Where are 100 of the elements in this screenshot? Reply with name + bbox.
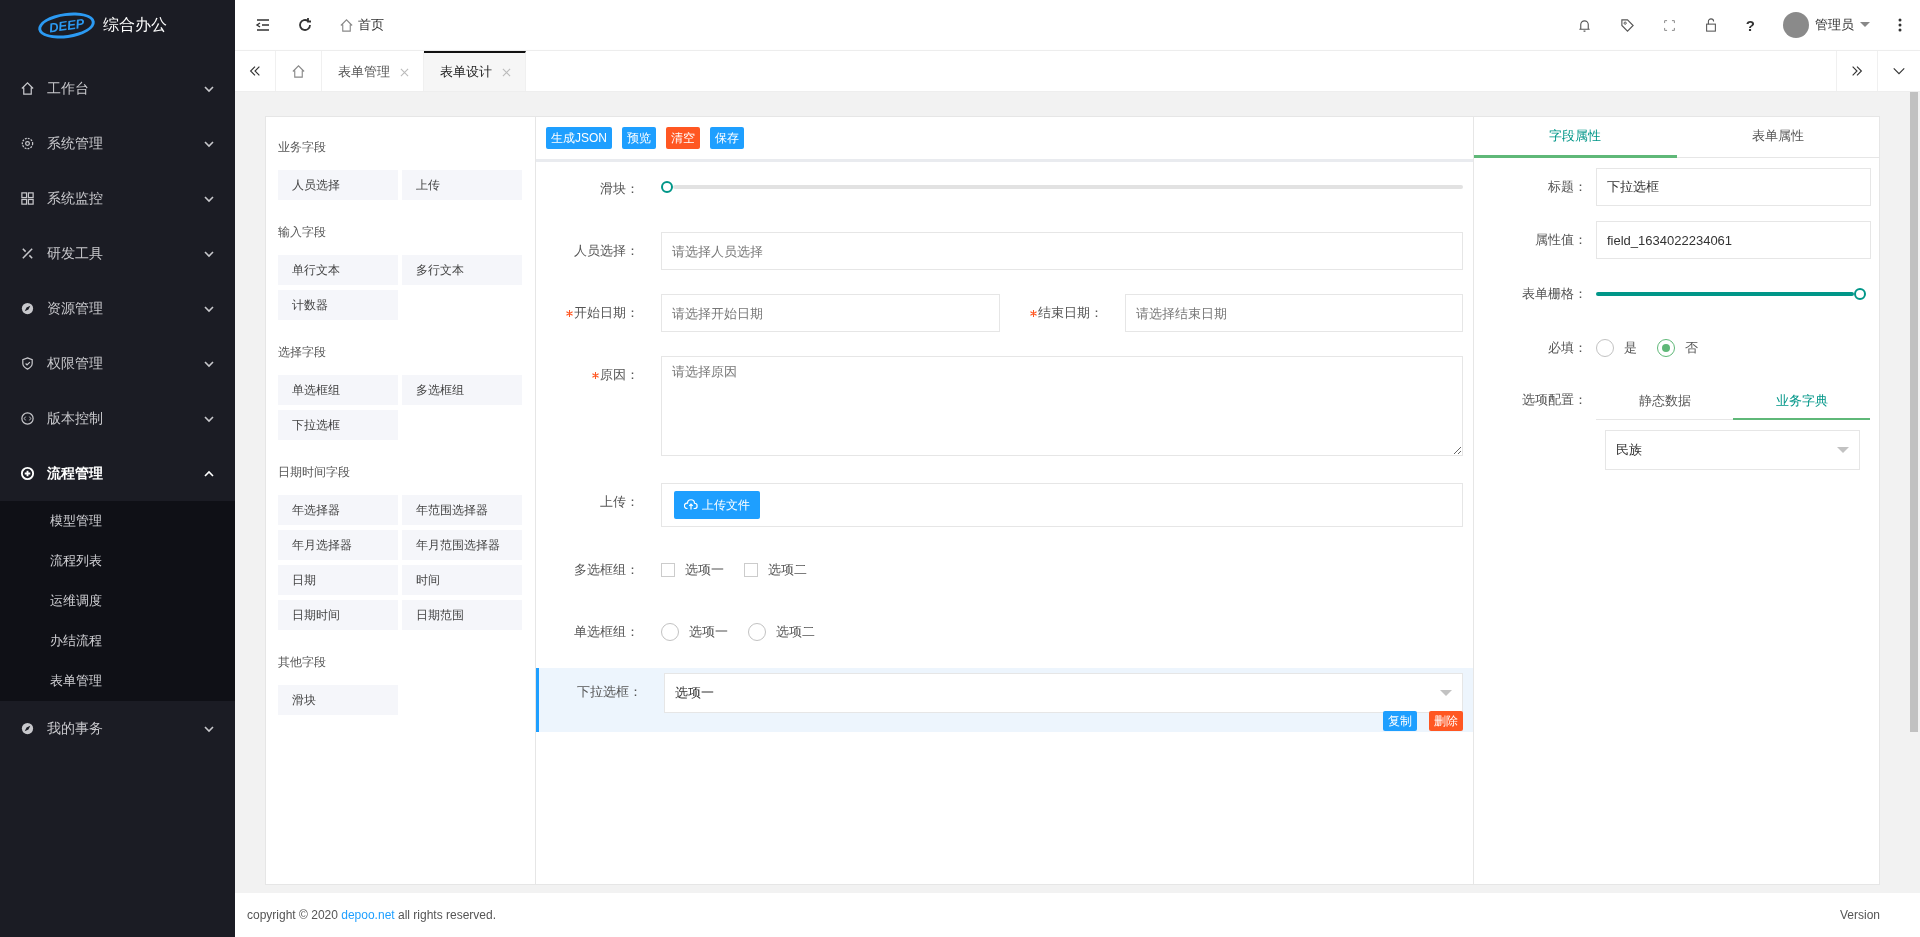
field-label: 结束日期： — [1037, 304, 1103, 322]
field-label: 必填： — [1547, 339, 1587, 357]
tag-icon[interactable] — [1619, 17, 1635, 33]
title-field[interactable]: 下拉选框 — [1596, 168, 1871, 206]
sidebar-item[interactable]: 系统管理 — [0, 116, 235, 171]
sidebar-item[interactable]: 版本控制 — [0, 391, 235, 446]
field-type-item[interactable]: 年月范围选择器 — [402, 530, 522, 560]
field-type-item[interactable]: 滑块 — [278, 685, 398, 715]
sidebar-item[interactable]: 资源管理 — [0, 281, 235, 336]
menu-collapse-icon[interactable] — [255, 17, 271, 33]
checkbox[interactable] — [744, 563, 758, 577]
field-label: 上传： — [600, 493, 639, 511]
group-title: 日期时间字段 — [278, 464, 351, 481]
submenu-item[interactable]: 表单管理 — [0, 661, 235, 701]
sidebar-item[interactable]: 系统监控 — [0, 171, 235, 226]
date-field[interactable]: 请选择开始日期 — [661, 294, 1000, 332]
group-title: 业务字段 — [278, 139, 327, 156]
key-field[interactable]: field_1634022234061 — [1596, 221, 1871, 259]
field-type-item[interactable]: 年范围选择器 — [402, 495, 522, 525]
lock-icon[interactable] — [1703, 18, 1718, 32]
field-type-item[interactable]: 年月选择器 — [278, 530, 398, 560]
field-type-item[interactable]: 下拉选框 — [278, 410, 398, 440]
bell-icon[interactable] — [1576, 17, 1592, 33]
field-type-item[interactable]: 单选框组 — [278, 375, 398, 405]
slider-handle[interactable] — [661, 181, 673, 193]
field-type-item[interactable]: 多选框组 — [402, 375, 522, 405]
field-label: 标题： — [1547, 178, 1587, 196]
field-type-item[interactable]: 计数器 — [278, 290, 398, 320]
option-tab[interactable]: 业务字典 — [1733, 383, 1870, 420]
option-label: 否 — [1685, 339, 1698, 357]
gear-icon — [20, 136, 35, 151]
close-icon[interactable] — [502, 67, 511, 77]
submenu-item[interactable]: 模型管理 — [0, 501, 235, 541]
checkbox[interactable] — [661, 563, 675, 577]
submenu-item[interactable]: 流程列表 — [0, 541, 235, 581]
submenu-item[interactable]: 办结流程 — [0, 621, 235, 661]
option-label: 是 — [1624, 339, 1637, 357]
field-label: 原因： — [600, 366, 639, 384]
field-label: 多选框组： — [574, 561, 639, 579]
textarea-field[interactable]: 请选择原因 — [661, 356, 1463, 456]
option-label: 选项一 — [689, 623, 728, 641]
fullscreen-icon[interactable] — [1662, 18, 1676, 32]
field-type-item[interactable]: 日期时间 — [278, 600, 398, 630]
field-label: 人员选择： — [574, 242, 639, 260]
field-type-item[interactable]: 单行文本 — [278, 255, 398, 285]
select-field[interactable]: 选项一 — [664, 673, 1463, 713]
cloud-upload-icon — [684, 498, 698, 512]
tab[interactable]: 表单设计 — [424, 51, 526, 91]
field-type-item[interactable]: 日期范围 — [402, 600, 522, 630]
field-type-item[interactable]: 时间 — [402, 565, 522, 595]
submenu-item[interactable]: 运维调度 — [0, 581, 235, 621]
selected-form-row[interactable]: 下拉选框： 选项一 复制 删除 — [536, 668, 1473, 732]
user-menu[interactable]: 管理员 — [1783, 12, 1870, 38]
field-label: 滑块： — [600, 180, 639, 198]
dictionary-select[interactable]: 民族 — [1605, 430, 1860, 470]
group-title: 输入字段 — [278, 224, 327, 241]
code-icon — [20, 411, 35, 426]
field-label: 选项配置： — [1521, 391, 1587, 409]
compass-icon — [20, 301, 35, 316]
group-title: 选择字段 — [278, 344, 327, 361]
panel-tab[interactable]: 表单属性 — [1676, 117, 1879, 158]
home-icon — [20, 81, 35, 96]
double-chevron-right-icon — [1850, 64, 1864, 78]
field-type-item[interactable]: 日期 — [278, 565, 398, 595]
field-type-item[interactable]: 上传 — [402, 170, 522, 200]
option-label: 选项二 — [776, 623, 815, 641]
avatar — [1783, 12, 1809, 38]
sidebar-item[interactable]: 权限管理 — [0, 336, 235, 391]
panel-tab[interactable]: 字段属性 — [1474, 117, 1677, 158]
sidebar-item[interactable]: 工作台 — [0, 61, 235, 116]
field-label: 单选框组： — [574, 623, 639, 641]
date-field[interactable]: 请选择结束日期 — [1124, 294, 1463, 332]
help-button[interactable]: ? — [1745, 16, 1755, 34]
input-field[interactable]: 请选择人员选择 — [661, 232, 1463, 270]
field-label: 属性值： — [1534, 231, 1587, 249]
field-type-item[interactable]: 多行文本 — [402, 255, 522, 285]
more-icon[interactable] — [1898, 17, 1902, 33]
close-icon[interactable] — [400, 67, 409, 77]
field-type-item[interactable]: 年选择器 — [278, 495, 398, 525]
scrollbar-thumb[interactable] — [1910, 92, 1918, 732]
field-type-item[interactable]: 人员选择 — [278, 170, 398, 200]
field-label: 表单栅格： — [1521, 285, 1587, 303]
sidebar-item[interactable]: 我的事务 — [0, 701, 235, 756]
grid-icon — [20, 191, 35, 206]
field-label: 开始日期： — [574, 304, 639, 322]
compass-icon — [20, 721, 35, 736]
slider-handle[interactable] — [1854, 288, 1866, 300]
home-icon — [291, 63, 306, 79]
group-title: 其他字段 — [278, 654, 327, 671]
option-label: 选项二 — [768, 561, 807, 579]
home-icon — [339, 17, 354, 33]
field-label: 下拉选框： — [577, 683, 642, 701]
refresh-icon[interactable] — [297, 17, 313, 33]
sidebar-item[interactable]: 流程管理 — [0, 446, 235, 501]
sidebar-item[interactable]: 研发工具 — [0, 226, 235, 281]
option-tab[interactable]: 静态数据 — [1596, 383, 1733, 420]
home-link[interactable]: 首页 — [339, 16, 384, 34]
double-chevron-left-icon — [248, 64, 262, 78]
copyright-text: copyright © 2020 depoo.net all rights reserved. — [247, 908, 497, 922]
app-name: 综合办公 — [103, 14, 168, 35]
